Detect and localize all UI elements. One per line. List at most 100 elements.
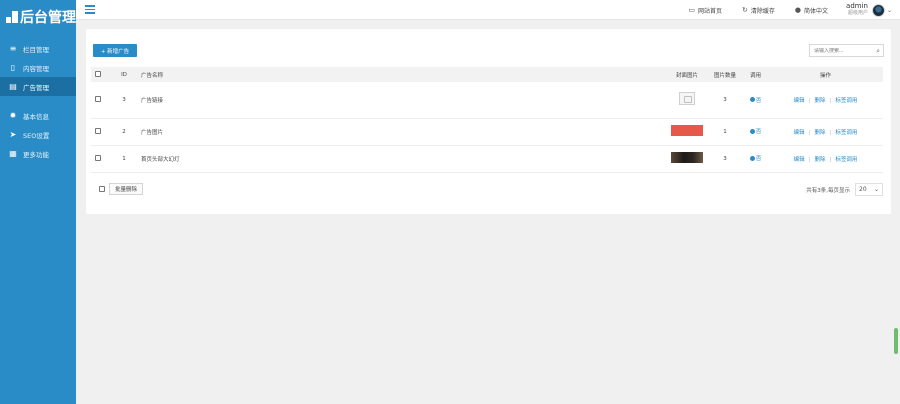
sidebar-item-label: 广告管理: [23, 83, 49, 92]
edit-link[interactable]: 编辑: [794, 157, 805, 163]
top-links: ▭ 网站首页 ↻ 清除缓存 ● 简体中文 admin 超级用户 ⌄: [668, 0, 892, 20]
cover-thumbnail: [671, 125, 703, 136]
row-checkbox[interactable]: [95, 95, 101, 102]
search-box: ⌕: [809, 44, 884, 57]
delete-link[interactable]: 删除: [814, 98, 825, 104]
site-home-link[interactable]: ▭ 网站首页: [688, 6, 722, 15]
use-status-label: 否: [755, 97, 762, 104]
top-bar: ▭ 网站首页 ↻ 清除缓存 ● 简体中文 admin 超级用户 ⌄: [76, 0, 900, 20]
row-name: 广告链接: [141, 97, 164, 104]
user-role: 超级用户: [847, 10, 868, 17]
page-size-value: 20: [859, 186, 867, 193]
batch-actions: 批量删除: [99, 183, 144, 195]
sidebar-item-basic-info[interactable]: ✹ 基本信息: [0, 106, 76, 125]
status-icon: [749, 97, 755, 102]
delete-link[interactable]: 删除: [814, 130, 825, 136]
scrollbar-handle[interactable]: [894, 328, 898, 354]
menu-toggle-icon[interactable]: [85, 5, 95, 14]
chevron-down-icon: ⌄: [873, 186, 879, 193]
table-row: 2 广告图片 1 否 编辑 | 删除 | 标签调用: [91, 118, 883, 145]
use-status: 否: [749, 96, 762, 104]
row-name: 广告图片: [141, 129, 164, 136]
sidebar-item-label: SEO设置: [23, 131, 50, 140]
logo-icon: [6, 11, 18, 23]
paper-plane-icon: ➤: [9, 129, 17, 139]
row-checkbox[interactable]: [95, 154, 101, 161]
logo-text: 后台管理: [20, 10, 76, 26]
use-status: 否: [749, 127, 762, 136]
edit-link[interactable]: 编辑: [794, 98, 805, 104]
gear-icon: ✹: [9, 110, 17, 120]
select-all-checkbox[interactable]: [95, 70, 101, 77]
sidebar-item-ads[interactable]: ▤ 广告管理: [0, 77, 76, 96]
page-size-select[interactable]: 20 ⌄: [855, 183, 883, 196]
monitor-icon: ▭: [688, 6, 695, 14]
tag-call-link[interactable]: 标签调用: [835, 98, 857, 104]
globe-icon: ●: [794, 6, 802, 14]
row-count: 3: [723, 96, 727, 103]
search-icon[interactable]: ⌕: [876, 47, 880, 56]
tag-call-link[interactable]: 标签调用: [835, 130, 857, 136]
clear-cache-link[interactable]: ↻ 清除缓存: [742, 6, 775, 15]
row-id: 2: [122, 128, 126, 135]
language-label: 简体中文: [804, 7, 829, 15]
sidebar-item-columns[interactable]: ≡ 栏目管理: [0, 39, 76, 58]
add-ad-button[interactable]: + 新增广告: [93, 44, 137, 57]
sidebar-nav: ≡ 栏目管理 ▯ 内容管理 ▤ 广告管理 ✹ 基本信息 ➤ SEO设置 ▦ 更多…: [0, 39, 76, 163]
list-icon: ≡: [9, 43, 17, 53]
sidebar-item-content[interactable]: ▯ 内容管理: [0, 58, 76, 77]
row-id: 3: [122, 96, 126, 103]
user-info: admin 超级用户: [846, 3, 868, 16]
header-image: 封面图片: [675, 72, 698, 79]
sidebar: 后台管理 ≡ 栏目管理 ▯ 内容管理 ▤ 广告管理 ✹ 基本信息 ➤ SEO设置…: [0, 0, 76, 404]
search-input[interactable]: [814, 47, 874, 54]
sidebar-item-label: 栏目管理: [23, 45, 49, 54]
ad-document-icon: ▤: [9, 81, 17, 91]
table-row: 1 首页头部大幻灯 3 否 编辑 | 删除 | 标签调用: [91, 145, 883, 172]
ad-table: ID 广告名称 封面图片 图片数量 调用 操作 3 广告链接 3 否 编辑 | 删除…: [91, 67, 883, 173]
tag-call-link[interactable]: 标签调用: [835, 157, 857, 163]
row-checkbox[interactable]: [95, 127, 101, 134]
user-menu[interactable]: admin 超级用户 ⌄: [846, 3, 892, 17]
row-name: 首页头部大幻灯: [141, 156, 180, 163]
sidebar-item-label: 基本信息: [23, 112, 49, 121]
status-icon: [749, 155, 755, 161]
site-home-label: 网站首页: [698, 7, 723, 15]
sidebar-item-more[interactable]: ▦ 更多功能: [0, 144, 76, 163]
language-link[interactable]: ● 简体中文: [795, 6, 828, 15]
sidebar-item-seo[interactable]: ➤ SEO设置: [0, 125, 76, 144]
row-actions: 编辑 | 删除 | 标签调用: [793, 97, 858, 104]
sidebar-item-label: 内容管理: [23, 64, 49, 73]
document-icon: ▯: [10, 62, 16, 72]
total-text: 共有3条,每页显示: [806, 187, 850, 194]
row-actions: 编辑 | 删除 | 标签调用: [793, 156, 858, 163]
clear-cache-label: 清除缓存: [750, 7, 775, 15]
header-name: 广告名称: [141, 72, 164, 79]
delete-link[interactable]: 删除: [814, 157, 825, 163]
logo[interactable]: 后台管理: [0, 0, 76, 34]
ad-list-panel: + 新增广告 ⌕ ID 广告名称 封面图片 图片数量 调用 操作 3 广告链接 …: [86, 29, 891, 214]
image-placeholder-icon: [679, 92, 695, 106]
sidebar-divider: [0, 96, 76, 106]
status-icon: [749, 128, 755, 134]
use-status: 否: [749, 154, 762, 163]
refresh-icon: ↻: [742, 6, 748, 14]
row-actions: 编辑 | 删除 | 标签调用: [793, 129, 858, 136]
avatar[interactable]: [871, 3, 885, 17]
edit-link[interactable]: 编辑: [794, 130, 805, 136]
header-id: ID: [121, 71, 127, 78]
row-count: 1: [723, 128, 727, 135]
cover-thumbnail: [671, 152, 703, 163]
batch-delete-button[interactable]: 批量删除: [109, 183, 144, 195]
pagination: 共有3条,每页显示 20 ⌄: [806, 183, 883, 196]
sidebar-item-label: 更多功能: [23, 150, 49, 159]
select-all-checkbox-bottom[interactable]: [99, 186, 105, 192]
grid-icon: ▦: [9, 148, 17, 158]
chevron-down-icon[interactable]: ⌄: [887, 7, 892, 14]
use-status-label: 否: [755, 129, 762, 136]
row-count: 3: [723, 155, 727, 162]
row-id: 1: [122, 155, 126, 162]
header-count: 图片数量: [713, 72, 736, 79]
table-header: ID 广告名称 封面图片 图片数量 调用 操作: [91, 67, 883, 82]
use-status-label: 否: [755, 156, 762, 163]
